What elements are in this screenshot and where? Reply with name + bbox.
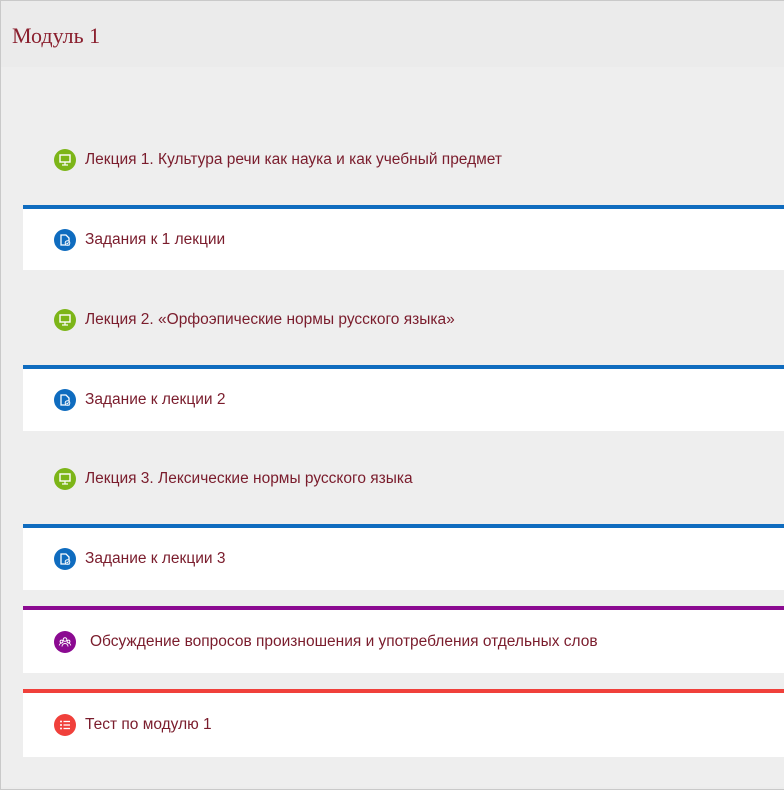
activity-label[interactable]: Задание к лекции 2 bbox=[85, 391, 225, 409]
activity-lecture-3[interactable]: Лекция 3. Лексические нормы русского язы… bbox=[23, 448, 784, 510]
activity-label[interactable]: Задание к лекции 3 bbox=[85, 550, 225, 568]
forum-icon bbox=[54, 630, 76, 653]
presentation-icon bbox=[54, 309, 76, 331]
activity-assignment-1[interactable]: Задания к 1 лекции bbox=[23, 205, 784, 270]
module-header: Модуль 1 bbox=[1, 1, 784, 67]
presentation-icon bbox=[54, 468, 76, 490]
assignment-icon bbox=[54, 389, 76, 411]
module-section: Модуль 1 Лекция 1. Культура речи как нау… bbox=[0, 0, 784, 790]
activity-label[interactable]: Тест по модулю 1 bbox=[85, 716, 212, 734]
assignment-icon bbox=[54, 548, 76, 570]
activity-assignment-3[interactable]: Задание к лекции 3 bbox=[23, 524, 784, 590]
activity-assignment-2[interactable]: Задание к лекции 2 bbox=[23, 365, 784, 431]
activity-quiz[interactable]: Тест по модулю 1 bbox=[23, 689, 784, 757]
activity-label[interactable]: Лекция 3. Лексические нормы русского язы… bbox=[85, 470, 413, 488]
assignment-icon bbox=[54, 228, 76, 251]
presentation-icon bbox=[54, 149, 76, 171]
activity-label[interactable]: Лекция 2. «Орфоэпические нормы русского … bbox=[85, 311, 455, 329]
activity-label[interactable]: Задания к 1 лекции bbox=[85, 231, 225, 249]
activity-label[interactable]: Лекция 1. Культура речи как наука и как … bbox=[85, 151, 502, 169]
module-title[interactable]: Модуль 1 bbox=[12, 25, 100, 47]
activity-lecture-2[interactable]: Лекция 2. «Орфоэпические нормы русского … bbox=[23, 289, 784, 351]
activity-forum[interactable]: Обсуждение вопросов произношения и употр… bbox=[23, 606, 784, 673]
activity-label[interactable]: Обсуждение вопросов произношения и употр… bbox=[90, 633, 598, 651]
quiz-icon bbox=[54, 714, 76, 736]
activity-lecture-1[interactable]: Лекция 1. Культура речи как наука и как … bbox=[23, 129, 784, 191]
